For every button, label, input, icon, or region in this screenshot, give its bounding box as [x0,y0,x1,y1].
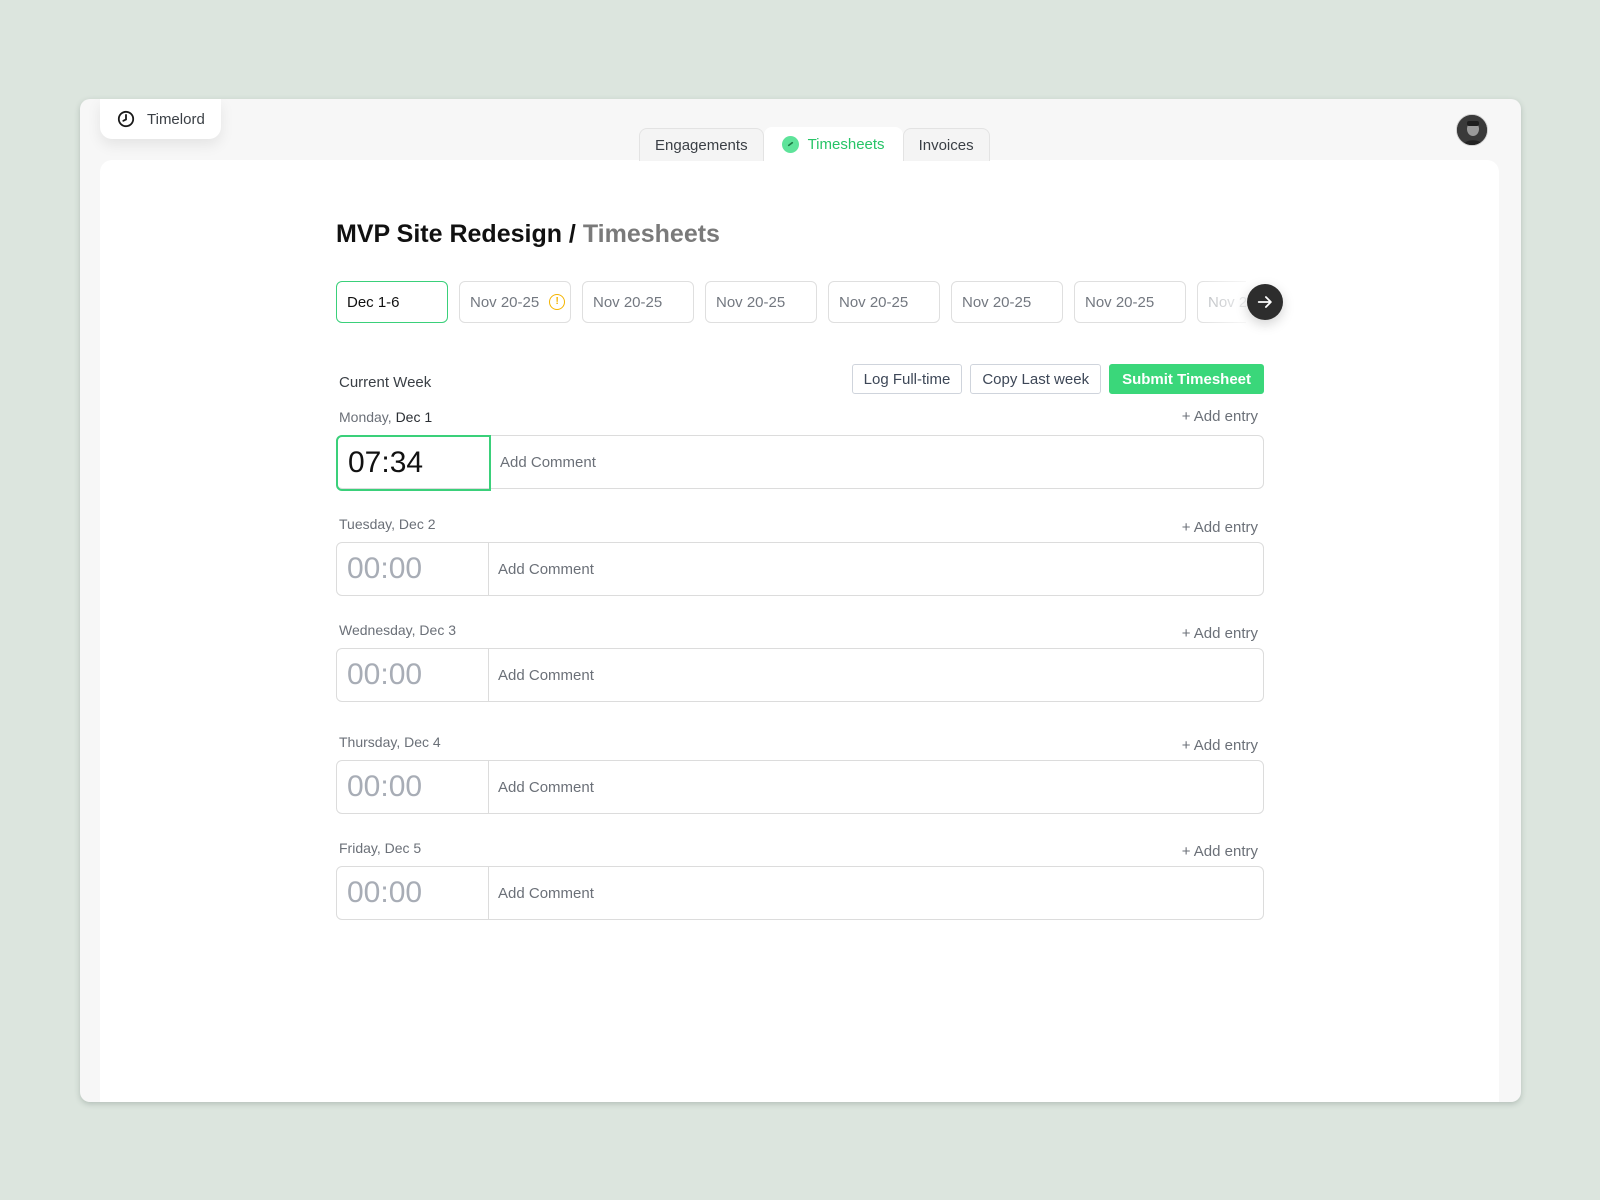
main-nav-tabs: Engagements Timesheets Invoices [639,127,990,161]
week-chip[interactable]: Nov 20-25! [459,281,571,323]
comment-input[interactable]: Add Comment [491,436,1263,488]
week-selector: Dec 1-6 Nov 20-25! Nov 20-25 Nov 20-25 Nov 2… [336,281,1246,324]
warning-icon: ! [549,294,566,310]
day-weekday: Tuesday, [339,516,396,532]
week-chip-label: Nov 20-25 [1085,293,1155,311]
week-chip[interactable]: Nov 20-25 [1074,281,1186,323]
tab-label: Engagements [655,136,748,154]
add-entry-link[interactable]: + Add entry [1182,519,1264,536]
day-date: Dec 3 [419,622,456,638]
timesheet-actions: Log Full-time Copy Last week Submit Time… [851,364,1264,394]
entry-row: 00:00 Add Comment [336,648,1264,702]
tab-label: Timesheets [807,136,885,153]
day-weekday: Wednesday, [339,622,416,638]
day-entry: Friday, Dec 5 + Add entry 00:00 Add Comment [336,836,1264,920]
hours-input[interactable]: 00:00 [337,649,489,701]
week-chip[interactable]: Nov 20-25 [951,281,1063,323]
app-brand[interactable]: Timelord [100,99,221,139]
user-avatar[interactable] [1456,114,1488,146]
day-entry: Monday, Dec 1 + Add entry 07:34 Add Comment [336,405,1264,491]
hours-input[interactable]: 07:34 [336,435,491,491]
check-circle-icon [781,136,799,153]
entry-row: 00:00 Add Comment [336,542,1264,596]
day-date: Dec 5 [384,840,422,856]
day-weekday: Friday, [339,840,381,856]
submit-timesheet-button[interactable]: Submit Timesheet [1109,364,1264,394]
add-entry-link[interactable]: + Add entry [1182,843,1264,860]
week-chip[interactable]: Nov 20-25 [1197,281,1246,323]
tab-timesheets[interactable]: Timesheets [763,127,903,161]
copy-last-week-button[interactable]: Copy Last week [970,364,1102,394]
week-chip-label: Nov 20-25 [716,293,786,311]
week-chip-label: Nov 20-25 [962,293,1032,311]
add-entry-link[interactable]: + Add entry [1182,408,1264,425]
day-date: Dec 4 [404,734,441,750]
tab-label: Invoices [918,136,974,154]
comment-input[interactable]: Add Comment [489,543,1263,595]
add-entry-link[interactable]: + Add entry [1182,625,1264,642]
week-chip[interactable]: Nov 20-25 [582,281,694,323]
day-label: Monday, Dec 1 [336,409,432,425]
day-header: Friday, Dec 5 + Add entry [336,836,1264,860]
log-full-time-button[interactable]: Log Full-time [851,364,963,394]
avatar-image [1457,115,1487,145]
day-header: Thursday, Dec 4 + Add entry [336,730,1264,754]
week-chip-label: Nov 20-25 [1208,293,1246,311]
week-chip-label: Nov 20-25 [470,293,540,311]
comment-input[interactable]: Add Comment [489,761,1263,813]
day-date: Dec 1 [395,409,433,425]
day-label: Wednesday, Dec 3 [336,622,456,638]
day-header: Wednesday, Dec 3 + Add entry [336,618,1264,642]
arrow-right-icon [1257,296,1272,308]
comment-input[interactable]: Add Comment [489,867,1263,919]
week-chip-label: Nov 20-25 [593,293,663,311]
add-entry-link[interactable]: + Add entry [1182,737,1264,754]
day-label: Thursday, Dec 4 [336,734,441,750]
day-entry: Wednesday, Dec 3 + Add entry 00:00 Add Comm… [336,618,1264,702]
tab-engagements[interactable]: Engagements [639,128,764,161]
comment-input[interactable]: Add Comment [489,649,1263,701]
day-label: Friday, Dec 5 [336,840,421,856]
entry-row: 00:00 Add Comment [336,866,1264,920]
week-chip[interactable]: Nov 20-25 [828,281,940,323]
section-label: Current Week [339,374,432,391]
week-chip-label: Nov 20-25 [839,293,909,311]
hours-input[interactable]: 00:00 [337,867,489,919]
app-window: Timelord Engagements Timesheets Invoices… [80,99,1521,1102]
day-weekday: Thursday, [339,734,401,750]
entry-row: 00:00 Add Comment [336,760,1264,814]
week-chip[interactable]: Nov 20-25 [705,281,817,323]
day-label: Tuesday, Dec 2 [336,516,436,532]
week-chip[interactable]: Dec 1-6 [336,281,448,323]
clock-icon [117,110,135,128]
hours-input[interactable]: 00:00 [337,761,489,813]
main-content: MVP Site Redesign / Timesheets Dec 1-6 No… [100,160,1499,1102]
day-date: Dec 2 [398,516,436,532]
breadcrumb-current: Timesheets [582,220,720,248]
entry-row: 07:34 Add Comment [336,435,1264,491]
day-entry: Thursday, Dec 4 + Add entry 00:00 Add Comme… [336,730,1264,814]
breadcrumb-parent[interactable]: MVP Site Redesign / [336,220,576,248]
hours-input[interactable]: 00:00 [337,543,489,595]
day-entry: Tuesday, Dec 2 + Add entry 00:00 Add Commen… [336,512,1264,596]
day-header: Monday, Dec 1 + Add entry [336,405,1264,425]
next-week-button[interactable] [1247,284,1283,320]
page-title: MVP Site Redesign / Timesheets [336,220,720,249]
app-name: Timelord [147,110,205,128]
day-header: Tuesday, Dec 2 + Add entry [336,512,1264,536]
tab-invoices[interactable]: Invoices [902,128,990,161]
week-chip-label: Dec 1-6 [347,293,400,311]
day-weekday: Monday, [339,409,392,425]
